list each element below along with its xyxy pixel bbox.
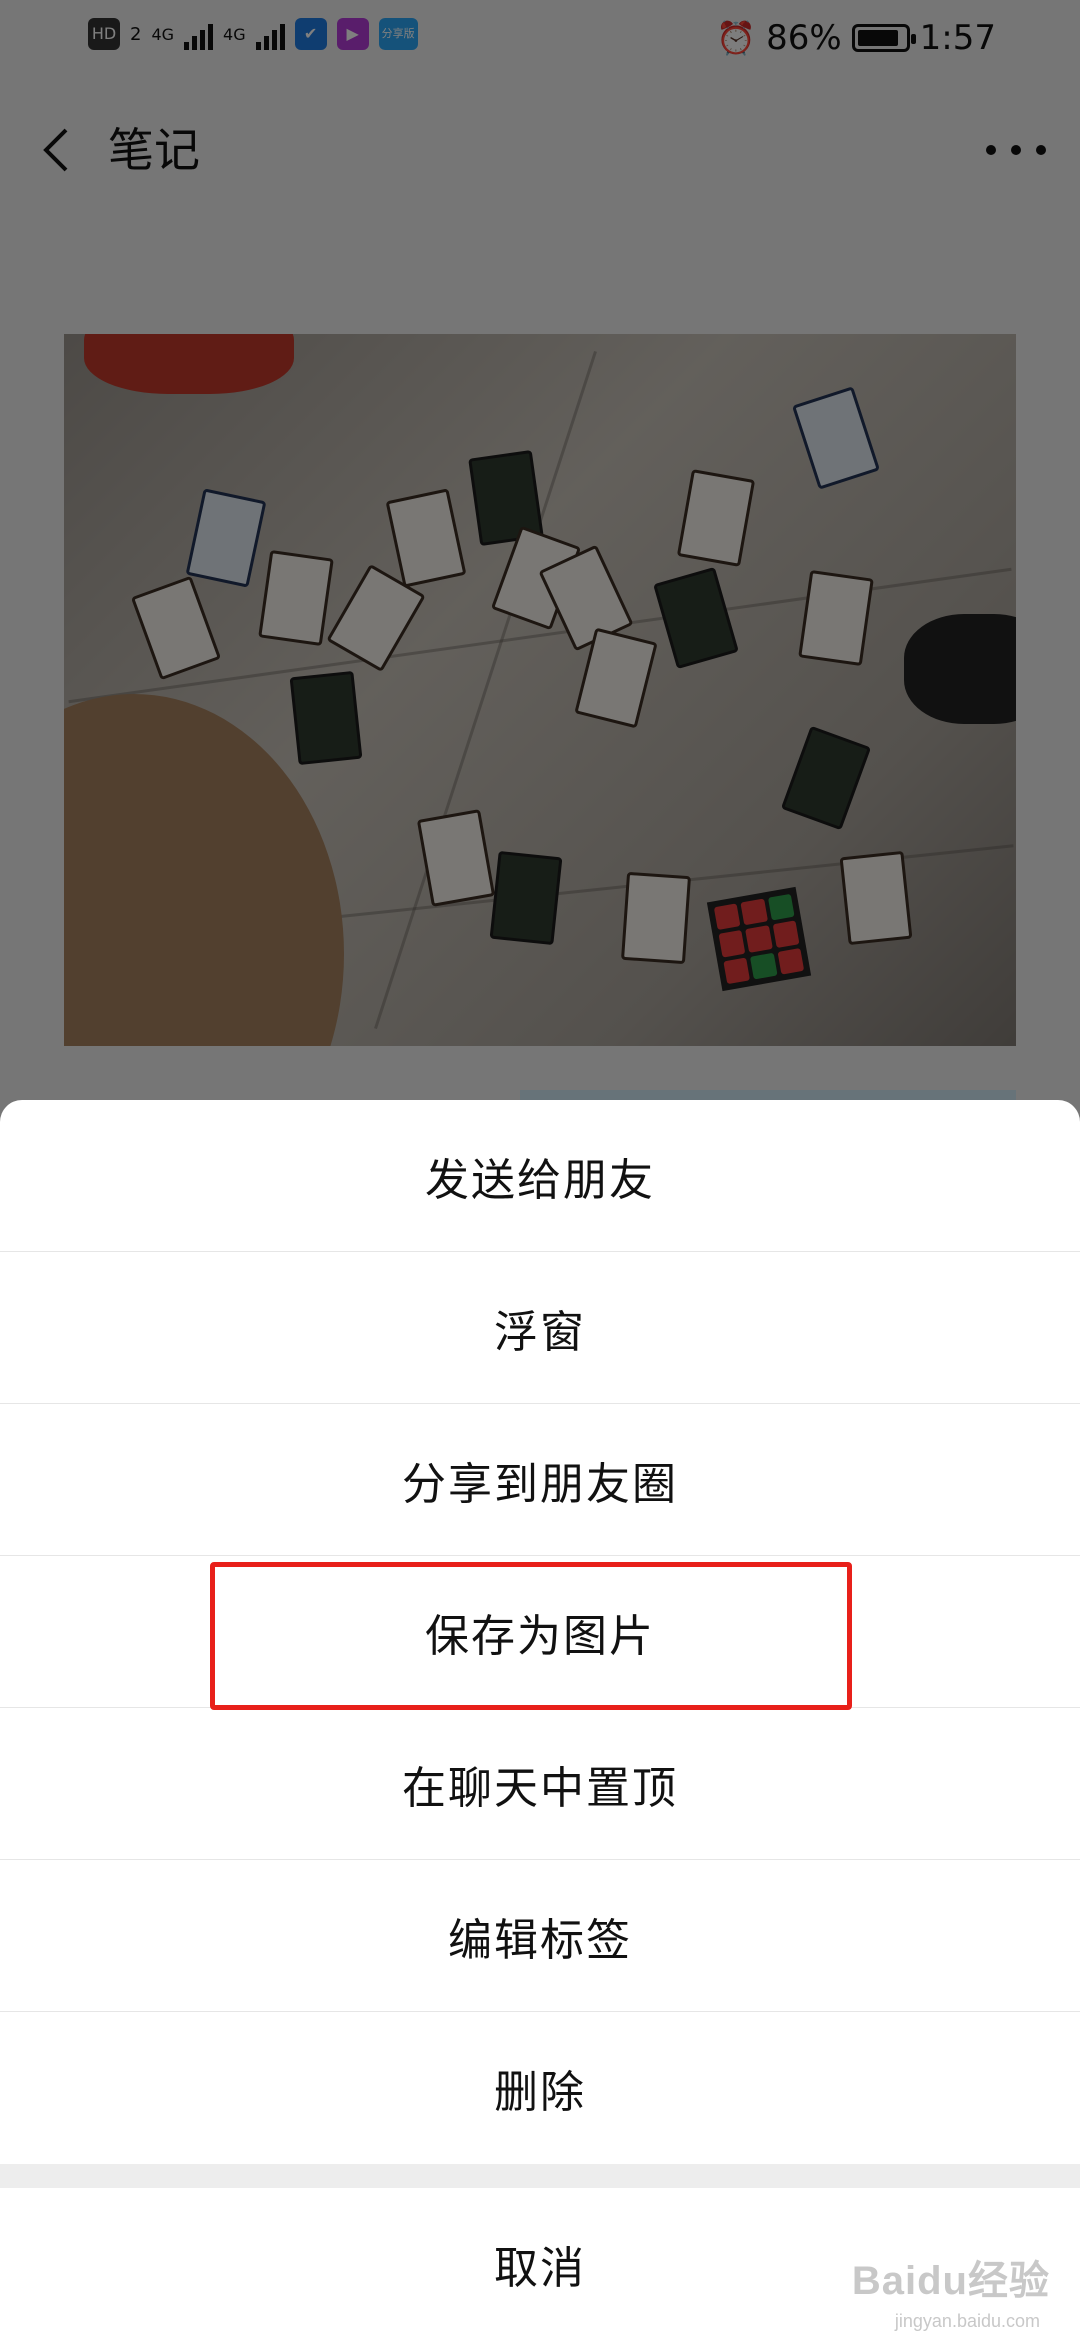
action-save-as-image[interactable]: 保存为图片 (0, 1556, 1080, 1708)
sheet-divider (0, 2164, 1080, 2188)
action-share-to-moments[interactable]: 分享到朋友圈 (0, 1404, 1080, 1556)
action-send-to-friend[interactable]: 发送给朋友 (0, 1100, 1080, 1252)
watermark-logo: Baidu经验 (851, 2259, 1050, 2303)
action-floating-window[interactable]: 浮窗 (0, 1252, 1080, 1404)
action-delete[interactable]: 删除 (0, 2012, 1080, 2164)
action-edit-tags[interactable]: 编辑标签 (0, 1860, 1080, 2012)
action-sheet: 发送给朋友 浮窗 分享到朋友圈 保存为图片 在聊天中置顶 编辑标签 删除 取消 (0, 1100, 1080, 2340)
action-pin-in-chat[interactable]: 在聊天中置顶 (0, 1708, 1080, 1860)
watermark-url: jingyan.baidu.com (894, 2311, 1040, 2331)
